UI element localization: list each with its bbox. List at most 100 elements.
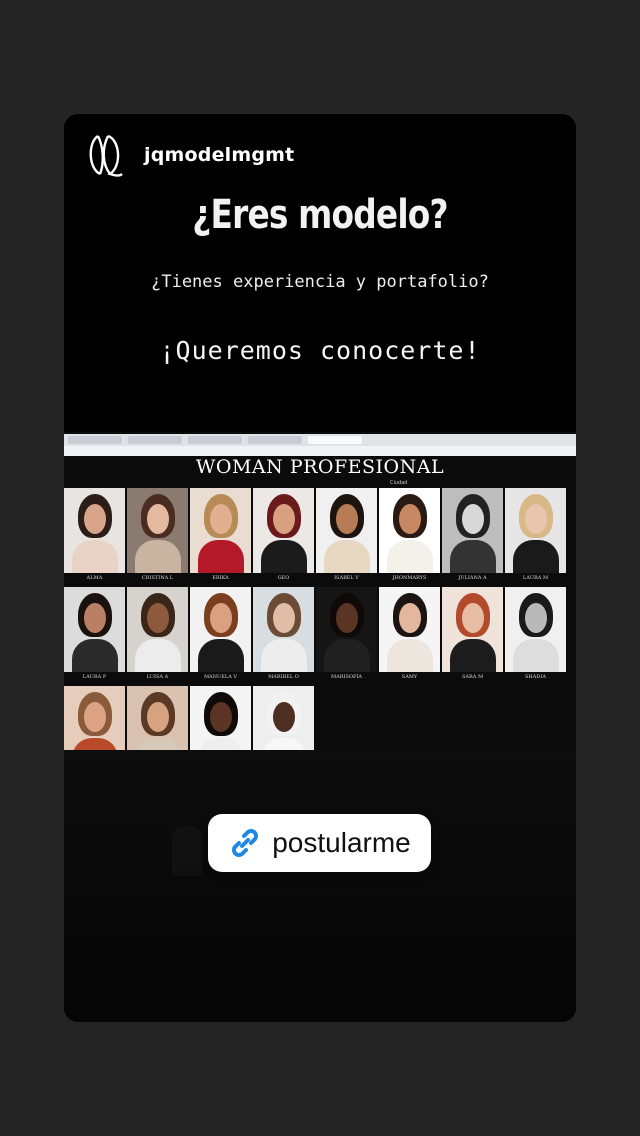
model-card[interactable]: MARIBEL O	[253, 587, 314, 682]
photo-face	[84, 603, 106, 633]
account-username[interactable]: jqmodelmgmt	[144, 144, 294, 166]
photo-face	[210, 702, 232, 732]
story-header: jqmodelmgmt	[86, 130, 294, 180]
photo-face	[336, 504, 358, 534]
model-card[interactable]: MANUELA V	[190, 587, 251, 682]
photo-body	[135, 540, 181, 573]
photo-face	[462, 603, 484, 633]
model-photo	[64, 488, 125, 573]
photo-face	[147, 702, 169, 732]
model-name: MANUELA V	[190, 672, 251, 682]
model-name: SHADIA	[505, 672, 566, 682]
photo-body	[72, 639, 118, 672]
model-photo	[505, 587, 566, 672]
model-photo	[127, 587, 188, 672]
photo-body	[387, 540, 433, 573]
model-card[interactable]: JHONMARYS	[379, 488, 440, 583]
city-filter-select: Ciudad	[390, 480, 408, 486]
model-card[interactable]: GEO	[253, 488, 314, 583]
photo-face	[399, 603, 421, 633]
model-photo	[442, 488, 503, 573]
photo-body	[198, 540, 244, 573]
photo-face	[84, 702, 106, 732]
browser-tab-active	[308, 436, 362, 444]
photo-face	[336, 603, 358, 633]
model-photo	[190, 587, 251, 672]
photo-body	[261, 540, 307, 573]
model-card[interactable]: LUISA A	[127, 587, 188, 682]
photo-body	[450, 639, 496, 672]
model-name: ERIKA	[190, 573, 251, 583]
browser-tab	[188, 436, 242, 444]
photo-face	[399, 504, 421, 534]
photo-body	[135, 639, 181, 672]
model-name: SARA M	[442, 672, 503, 682]
photo-body	[72, 540, 118, 573]
photo-body	[513, 639, 559, 672]
model-photo	[316, 488, 377, 573]
model-name: GEO	[253, 573, 314, 583]
website-title: WOMAN PROFESIONAL	[195, 456, 445, 478]
model-grid: ALMA CRISTINA L ERIKA GEO ISABEL V JHONMARYS J…	[64, 488, 568, 775]
link-sticker-postularme[interactable]: postularme	[208, 814, 431, 872]
story-callout: ¡Queremos conocerte!	[159, 336, 481, 365]
model-card[interactable]: MARISOFIA	[316, 587, 377, 682]
model-photo	[316, 587, 377, 672]
photo-body	[450, 540, 496, 573]
photo-face	[273, 504, 295, 534]
browser-url-bar	[64, 446, 576, 456]
photo-face	[525, 603, 547, 633]
photo-face	[462, 504, 484, 534]
photo-body	[324, 540, 370, 573]
model-card[interactable]: ALMA	[64, 488, 125, 583]
link-sticker-label: postularme	[272, 827, 411, 858]
photo-face	[210, 603, 232, 633]
photo-face	[273, 702, 295, 732]
story-subline: ¿Tienes experiencia y portafolio?	[151, 272, 489, 292]
model-photo	[190, 488, 251, 573]
photo-body	[324, 639, 370, 672]
model-card[interactable]: SAMY	[379, 587, 440, 682]
model-photo	[127, 488, 188, 573]
photo-face	[147, 504, 169, 534]
photo-face	[84, 504, 106, 534]
model-card[interactable]: JULIANA A	[442, 488, 503, 583]
monitor-photo: WOMAN PROFESIONAL Ciudad ALMA CRISTINA LE…	[64, 432, 576, 771]
model-card[interactable]: LAURA P	[64, 587, 125, 682]
model-name: LAURA P	[64, 672, 125, 682]
model-name: LUISA A	[127, 672, 188, 682]
model-photo	[253, 488, 314, 573]
model-row: ALMA CRISTINA L ERIKA GEO ISABEL V JHONMARYS J…	[64, 488, 568, 583]
photo-body	[387, 639, 433, 672]
background-figurine	[172, 826, 202, 876]
model-photo	[379, 488, 440, 573]
model-name: MARISOFIA	[316, 672, 377, 682]
model-card[interactable]: CRISTINA L	[127, 488, 188, 583]
model-card[interactable]: LAURA M	[505, 488, 566, 583]
story-card: jqmodelmgmt ¿Eres modelo? ¿Tienes experi…	[64, 114, 576, 1022]
model-name: JULIANA A	[442, 573, 503, 583]
model-photo	[505, 488, 566, 573]
model-card[interactable]: SARA M	[442, 587, 503, 682]
model-photo	[64, 587, 125, 672]
photo-face	[273, 603, 295, 633]
model-name: ALMA	[64, 573, 125, 583]
browser-tab-bar	[64, 434, 576, 446]
model-row: LAURA P LUISA A MANUELA V MARIBEL O MARISOFI…	[64, 587, 568, 682]
photo-face	[525, 504, 547, 534]
photo-face	[147, 603, 169, 633]
browser-tab	[248, 436, 302, 444]
model-card[interactable]: SHADIA	[505, 587, 566, 682]
model-card[interactable]: ERIKA	[190, 488, 251, 583]
model-photo	[442, 587, 503, 672]
photo-body	[198, 639, 244, 672]
photo-face	[210, 504, 232, 534]
photo-body	[261, 639, 307, 672]
browser-tab	[128, 436, 182, 444]
model-card[interactable]: ISABEL V	[316, 488, 377, 583]
model-name: SAMY	[379, 672, 440, 682]
brand-logo-icon[interactable]	[86, 130, 124, 180]
link-icon	[228, 826, 262, 860]
model-name: CRISTINA L	[127, 573, 188, 583]
photo-body	[513, 540, 559, 573]
